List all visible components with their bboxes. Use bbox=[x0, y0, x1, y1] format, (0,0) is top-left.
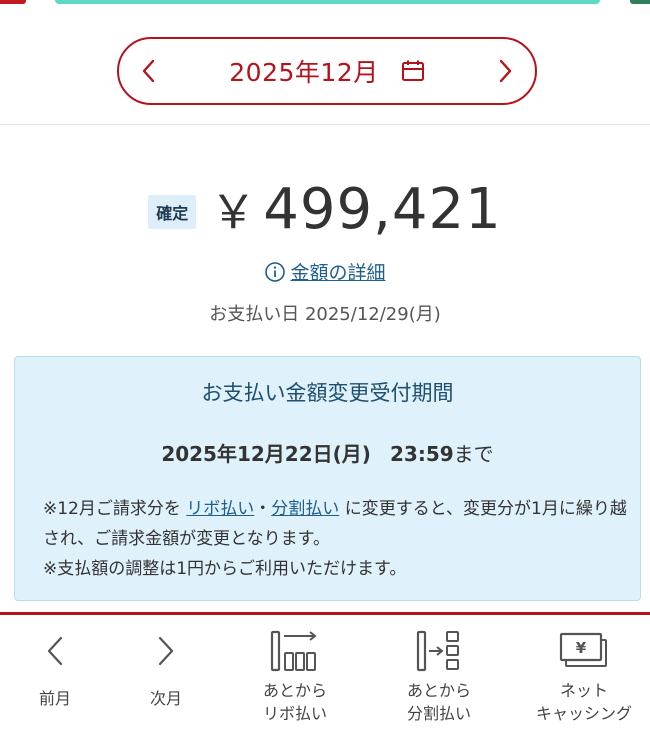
nav-ribo-label-line1: あとから bbox=[262, 681, 327, 700]
change-deadline: 2025年12月22日(月) 23:59まで bbox=[15, 438, 640, 467]
nav-bunkatsu-label-line2: 分割払い bbox=[406, 704, 471, 723]
info-icon bbox=[265, 261, 286, 282]
cash-yen-glyph: ¥ bbox=[576, 639, 587, 657]
month-label[interactable]: 2025年12月 bbox=[229, 53, 378, 89]
change-period-title: お支払い金額変更受付期間 bbox=[201, 381, 454, 405]
note-1-prefix: ※12月ご請求分を bbox=[43, 499, 181, 519]
section-divider bbox=[0, 124, 650, 125]
ribo-payment-icon bbox=[270, 630, 317, 672]
currency-symbol: ￥ bbox=[210, 185, 258, 239]
billing-amount-row: 確定 ￥ 499,421 bbox=[0, 176, 650, 242]
nav-net-cashing[interactable]: ¥ ネットキャッシング bbox=[520, 615, 648, 740]
nav-ribo-label-line2: リボ払い bbox=[262, 704, 327, 723]
deadline-time: 23:59 bbox=[390, 442, 454, 466]
installment-payment-icon bbox=[416, 630, 459, 672]
amount-detail-text[interactable]: 金額の詳細 bbox=[290, 258, 385, 285]
nav-next-month[interactable]: 次月 bbox=[121, 615, 211, 740]
amount-detail-link[interactable]: 金額の詳細 bbox=[0, 258, 650, 285]
deadline-suffix: まで bbox=[453, 442, 494, 466]
billing-amount: ￥ 499,421 bbox=[210, 176, 502, 242]
nav-prev-month[interactable]: 前月 bbox=[10, 615, 100, 740]
calendar-icon[interactable] bbox=[401, 59, 425, 83]
change-period-box: お支払い金額変更受付期間 2025年12月22日(月) 23:59まで ※12月… bbox=[14, 356, 641, 601]
chevron-right-icon bbox=[158, 636, 174, 666]
payment-date: お支払い日 2025/12/29(月) bbox=[209, 304, 441, 325]
month-selector[interactable]: 2025年12月 bbox=[117, 37, 537, 105]
top-banner-strip bbox=[0, 0, 650, 6]
change-notes: ※12月ご請求分を リボ払い・分割払い に変更すると、変更分が1月に繰り越され、… bbox=[43, 494, 633, 584]
chevron-right-icon bbox=[499, 59, 512, 83]
nav-cashing-label-line1: ネット bbox=[559, 681, 608, 700]
chevron-left-icon bbox=[142, 59, 155, 83]
bunkatsu-link[interactable]: 分割払い bbox=[271, 499, 339, 519]
amount-value: 499,421 bbox=[263, 177, 502, 242]
note-1-separator: ・ bbox=[254, 499, 272, 519]
note-1: ※12月ご請求分を リボ払い・分割払い に変更すると、変更分が1月に繰り越され、… bbox=[43, 494, 633, 554]
nav-prev-label: 前月 bbox=[38, 689, 71, 708]
status-badge: 確定 bbox=[148, 195, 197, 229]
note-2: ※支払額の調整は1円からご利用いただけます。 bbox=[43, 559, 407, 579]
nav-ribo-label: あとから リボ払い bbox=[263, 679, 327, 725]
nav-cashing-label: ネット キャッシング bbox=[536, 679, 632, 725]
nav-bunkatsu-label-line1: あとから bbox=[406, 681, 471, 700]
next-month-arrow[interactable] bbox=[487, 53, 523, 89]
nav-later-bunkatsu[interactable]: あとから 分割払い bbox=[380, 615, 498, 740]
prev-month-arrow[interactable] bbox=[131, 53, 167, 89]
banner-edge-green bbox=[630, 0, 650, 4]
deadline-date: 2025年12月22日(月) bbox=[161, 442, 371, 466]
banner-edge-teal[interactable] bbox=[55, 0, 600, 4]
bottom-nav: 前月 次月 あとからリボ払い あとから分割払い ¥ ネットキャッシング bbox=[0, 612, 650, 740]
chevron-left-icon bbox=[47, 636, 63, 666]
nav-later-ribo[interactable]: あとから リボ払い bbox=[236, 615, 354, 740]
banner-edge-red bbox=[0, 0, 26, 4]
nav-cashing-label-line2: キャッシング bbox=[535, 704, 632, 723]
ribo-link[interactable]: リボ払い bbox=[186, 499, 254, 519]
nav-bunkatsu-label: あとから 分割払い bbox=[407, 679, 471, 725]
cash-yen-icon: ¥ bbox=[559, 632, 607, 667]
nav-next-label: 次月 bbox=[149, 689, 182, 708]
